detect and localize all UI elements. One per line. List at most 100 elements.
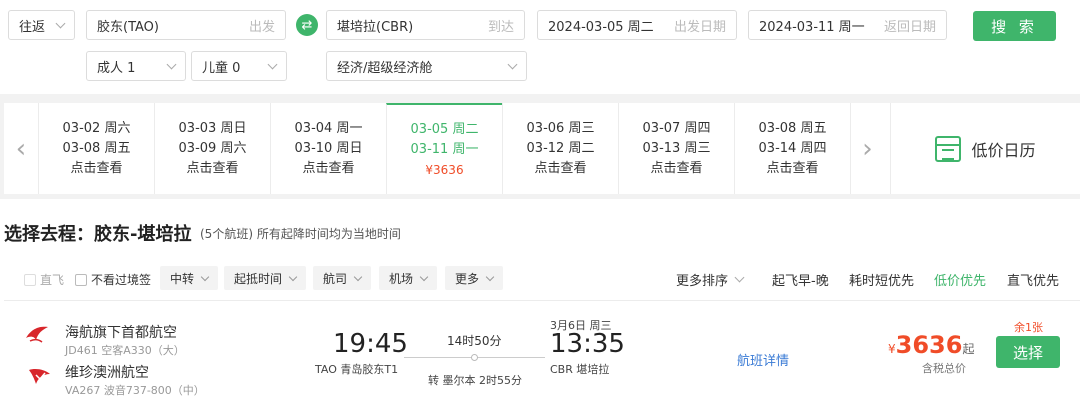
direct-checkbox[interactable]: 直飞 [24, 271, 64, 288]
airport-filter[interactable]: 机场 [379, 266, 438, 290]
more-filter[interactable]: 更多 [445, 266, 504, 290]
date-option[interactable]: 03-08 周五 03-14 周四 点击查看 [734, 103, 850, 194]
date-strip: ‹ 03-02 周六 03-08 周五 点击查看 03-03 周日 03-09 … [4, 103, 1080, 194]
adults-select[interactable]: 成人 1 [86, 51, 186, 81]
more-filter-label: 更多 [455, 271, 480, 286]
date-price: 点击查看 [70, 160, 123, 176]
chevron-down-icon [288, 272, 298, 281]
return-date-input[interactable]: 2024-03-11 周一 返回日期 [748, 10, 947, 40]
depart-date-input[interactable]: 2024-03-05 周二 出发日期 [537, 10, 737, 40]
trip-type-value: 往返 [19, 19, 46, 35]
low-price-calendar-button[interactable]: 低价日历 [890, 103, 1080, 194]
date-option[interactable]: 03-04 周一 03-10 周日 点击查看 [270, 103, 386, 194]
next-dates-arrow-icon[interactable]: › [850, 103, 884, 194]
airport-filter-label: 机场 [389, 271, 414, 286]
date-option[interactable]: 03-07 周四 03-13 周三 点击查看 [618, 103, 734, 194]
calendar-icon [935, 135, 962, 162]
arrival-airport: CBR 堪培拉 [550, 363, 610, 376]
transfer-info: 转 墨尔本 2时55分 [428, 374, 522, 387]
virgin-australia-logo-icon [29, 369, 50, 384]
arrival-time: 13:35 [550, 329, 625, 359]
tax-note: 含税总价 [922, 362, 966, 375]
date-depart: 03-03 周日 [178, 120, 247, 136]
currency-symbol: ¥ [888, 342, 896, 356]
airline-filter[interactable]: 航司 [313, 266, 372, 290]
sort-early-option[interactable]: 起飞早-晚 [772, 270, 829, 289]
prev-dates-arrow-icon[interactable]: ‹ [4, 103, 38, 194]
adults-value: 成人 1 [97, 60, 136, 76]
filter-bar: 直飞 不看过境签 中转 起抵时间 航司 机场 更多 更多排序 起飞早-晚 耗时短… [4, 257, 1080, 301]
trip-type-select[interactable]: 往返 [8, 10, 75, 40]
flight-details-link[interactable]: 航班详情 [737, 350, 789, 369]
date-depart: 03-06 周三 [526, 120, 595, 136]
from-city-value: 胶东(TAO) [97, 19, 159, 35]
date-option[interactable]: 03-02 周六 03-08 周五 点击查看 [38, 103, 154, 194]
sort-short-option[interactable]: 耗时短优先 [849, 270, 914, 289]
date-return: 03-12 周二 [526, 140, 595, 156]
more-sort-dropdown[interactable]: 更多排序 [676, 270, 745, 289]
select-flight-button[interactable]: 选择 [996, 336, 1060, 368]
airline-name: 海航旗下首都航空 [65, 325, 177, 341]
to-city-value: 堪培拉(CBR) [337, 19, 414, 35]
airline-name: 维珍澳洲航空 [65, 365, 149, 381]
date-return: 03-09 周六 [178, 140, 247, 156]
flight-duration: 14时50分 [447, 334, 502, 348]
from-city-tag: 出发 [248, 19, 275, 35]
date-depart: 03-07 周四 [642, 120, 711, 136]
no-transit-visa-checkbox[interactable]: 不看过境签 [75, 271, 151, 288]
times-filter[interactable]: 起抵时间 [224, 266, 307, 290]
capital-airlines-logo-icon [26, 326, 48, 343]
date-price: 点击查看 [302, 160, 355, 176]
chevron-down-icon [267, 59, 278, 69]
flight-number: JD461 空客A330（大） [65, 344, 185, 357]
chevron-down-icon [353, 272, 363, 281]
date-return: 03-11 周一 [410, 141, 479, 157]
search-button[interactable]: 搜 索 [973, 11, 1056, 41]
departure-time: 19:45 [333, 329, 408, 359]
checkbox-icon [24, 273, 36, 286]
chevron-down-icon [485, 272, 495, 281]
swap-icon[interactable]: ⇄ [296, 14, 318, 36]
calendar-label: 低价日历 [971, 140, 1036, 160]
return-date-value: 2024-03-11 周一 [759, 19, 865, 35]
cabin-select[interactable]: 经济/超级经济舱 [326, 51, 527, 81]
date-return: 03-08 周五 [62, 140, 131, 156]
date-depart: 03-02 周六 [62, 120, 131, 136]
to-city-input[interactable]: 堪培拉(CBR) 到达 [326, 10, 525, 40]
sort-direct-option[interactable]: 直飞优先 [1007, 270, 1059, 289]
date-depart: 03-04 周一 [294, 120, 363, 136]
checkbox-icon [75, 273, 87, 286]
cabin-value: 经济/超级经济舱 [337, 60, 433, 76]
date-price: 点击查看 [186, 160, 239, 176]
date-depart: 03-08 周五 [758, 120, 827, 136]
date-option[interactable]: 03-03 周日 03-09 周六 点击查看 [154, 103, 270, 194]
date-price: ¥3636 [425, 162, 464, 177]
depart-date-tag: 出发日期 [673, 19, 726, 35]
transfer-filter[interactable]: 中转 [160, 266, 219, 290]
date-option-selected[interactable]: 03-05 周二 03-11 周一 ¥3636 [386, 103, 502, 194]
date-return: 03-13 周三 [642, 140, 711, 156]
flight-row[interactable]: 海航旗下首都航空 JD461 空客A330（大） 维珍澳洲航空 VA267 波音… [4, 309, 1080, 411]
price-value: 3636 [895, 331, 963, 359]
date-return: 03-10 周日 [294, 140, 363, 156]
chevron-down-icon [734, 272, 745, 283]
date-option[interactable]: 03-06 周三 03-12 周二 点击查看 [502, 103, 618, 194]
times-filter-label: 起抵时间 [234, 271, 283, 286]
return-date-tag: 返回日期 [883, 19, 936, 35]
price-suffix: 起 [962, 342, 975, 356]
from-city-input[interactable]: 胶东(TAO) 出发 [86, 10, 286, 40]
flight-price: ¥ 3636 起 [888, 331, 974, 359]
date-depart: 03-05 周二 [410, 121, 479, 137]
departure-airport: TAO 青岛胶东T1 [315, 363, 399, 376]
more-sort-label: 更多排序 [676, 274, 729, 289]
children-select[interactable]: 儿童 0 [191, 51, 287, 81]
direct-label: 直飞 [40, 273, 65, 287]
chevron-down-icon [419, 272, 429, 281]
no-transit-visa-label: 不看过境签 [91, 273, 152, 287]
sort-low-price-option[interactable]: 低价优先 [934, 270, 986, 289]
flight-number: VA267 波音737-800（中） [65, 384, 205, 397]
date-price: 点击查看 [534, 160, 587, 176]
chevron-down-icon [507, 59, 518, 69]
date-price: 点击查看 [650, 160, 703, 176]
date-price: 点击查看 [766, 160, 819, 176]
